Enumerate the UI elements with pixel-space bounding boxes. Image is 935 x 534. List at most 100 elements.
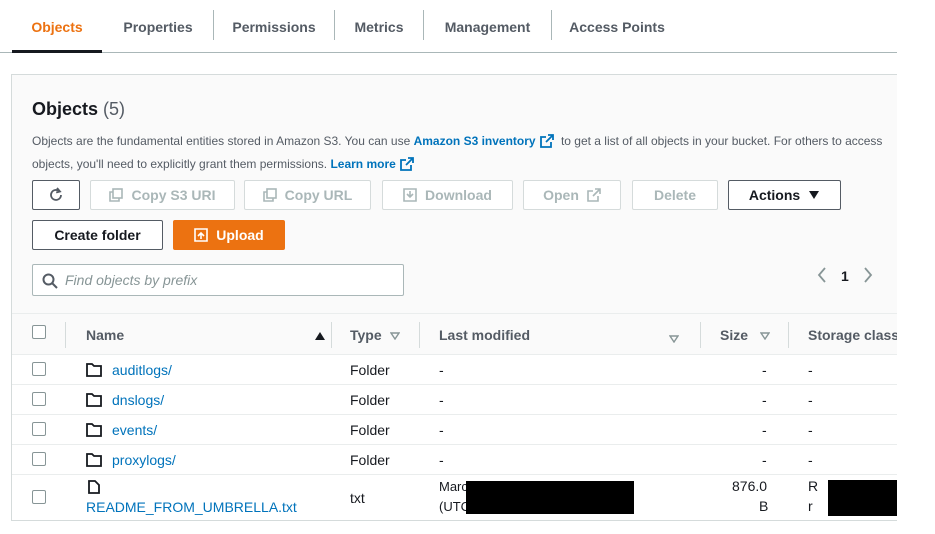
tab-properties[interactable]: Properties — [103, 0, 213, 53]
row-checkbox[interactable] — [32, 362, 46, 376]
row-checkbox[interactable] — [32, 422, 46, 436]
download-label: Download — [425, 187, 492, 203]
panel-title-text: Objects — [32, 99, 99, 119]
actions-dropdown[interactable]: Actions — [728, 180, 841, 210]
panel-title: Objects (5) — [32, 99, 125, 120]
object-size: - — [762, 452, 767, 468]
object-size-line1: 876.0 — [732, 478, 768, 494]
folder-icon — [86, 393, 102, 412]
download-button[interactable]: Download — [382, 180, 513, 210]
create-folder-button[interactable]: Create folder — [32, 220, 163, 250]
folder-icon — [86, 363, 102, 382]
next-page-icon[interactable] — [863, 266, 873, 286]
storage-class-header-label: Storage class — [808, 326, 897, 343]
column-divider — [700, 322, 701, 348]
column-divider — [65, 322, 66, 348]
s3-inventory-link[interactable]: Amazon S3 inventory — [414, 134, 536, 148]
external-link-icon — [399, 157, 414, 177]
copy-icon — [109, 188, 124, 202]
current-page-number[interactable]: 1 — [841, 268, 849, 284]
search-icon — [42, 273, 58, 294]
object-size: - — [762, 422, 767, 438]
last-modified-header-label: Last modified — [439, 326, 531, 343]
object-storage-class: - — [808, 422, 813, 438]
search-input[interactable] — [63, 265, 393, 295]
folder-icon — [86, 453, 102, 472]
delete-button[interactable]: Delete — [632, 180, 718, 210]
name-column-header[interactable]: Name — [86, 314, 326, 355]
object-type: Folder — [350, 422, 390, 438]
object-size-line2: B — [759, 498, 769, 514]
open-label: Open — [543, 187, 579, 203]
select-all-checkbox[interactable] — [32, 325, 46, 339]
row-checkbox[interactable] — [32, 452, 46, 466]
object-name-link[interactable]: events/ — [112, 415, 157, 445]
refresh-button[interactable] — [32, 180, 80, 210]
object-last-modified: - — [439, 422, 444, 438]
objects-panel: Objects (5) Objects are the fundamental … — [11, 74, 897, 521]
tab-bar: Objects Properties Permissions Metrics M… — [0, 0, 897, 53]
object-type: Folder — [350, 392, 390, 408]
name-header-label: Name — [86, 326, 125, 343]
tab-permissions[interactable]: Permissions — [214, 0, 334, 53]
external-link-icon — [539, 134, 554, 154]
object-size: - — [762, 392, 767, 408]
object-type: Folder — [350, 362, 390, 378]
object-last-modified-line1: Marc — [439, 478, 468, 494]
copy-s3-uri-button[interactable]: Copy S3 URI — [90, 180, 235, 210]
object-type: txt — [350, 490, 365, 506]
description-text-1: Objects are the fundamental entities sto… — [32, 134, 414, 148]
copy-url-button[interactable]: Copy URL — [244, 180, 371, 210]
upload-button[interactable]: Upload — [173, 220, 285, 250]
panel-description: Objects are the fundamental entities sto… — [32, 131, 897, 177]
tab-metrics[interactable]: Metrics — [335, 0, 423, 53]
object-count: (5) — [103, 99, 126, 119]
object-last-modified: - — [439, 392, 444, 408]
object-storage-class: - — [808, 392, 813, 408]
size-column-header[interactable]: Size — [720, 314, 780, 355]
previous-page-icon[interactable] — [817, 266, 827, 286]
object-storage-class-line1: R — [808, 478, 819, 494]
redaction-box — [828, 480, 897, 516]
storage-class-column-header[interactable]: Storage class — [808, 314, 897, 355]
sort-ascending-icon — [314, 328, 326, 344]
folder-icon — [86, 423, 102, 442]
table-row[interactable]: README_FROM_UMBRELLA.txt txt Marc (UTC 8… — [12, 475, 897, 520]
refresh-icon — [48, 187, 64, 203]
tab-access-points[interactable]: Access Points — [552, 0, 682, 53]
size-header-label: Size — [720, 326, 749, 343]
table-row[interactable]: events/ Folder - - - — [12, 415, 897, 445]
table-row[interactable]: dnslogs/ Folder - - - — [12, 385, 897, 415]
open-button[interactable]: Open — [523, 180, 621, 210]
create-folder-label: Create folder — [54, 227, 141, 243]
learn-more-link[interactable]: Learn more — [330, 157, 395, 171]
table-row[interactable]: auditlogs/ Folder - - - — [12, 355, 897, 385]
external-link-icon — [587, 188, 601, 202]
object-name-link[interactable]: proxylogs/ — [112, 445, 176, 475]
object-last-modified: - — [439, 452, 444, 468]
column-divider — [419, 322, 420, 348]
object-last-modified: - — [439, 362, 444, 378]
object-name-link[interactable]: README_FROM_UMBRELLA.txt — [86, 497, 297, 517]
tab-objects[interactable]: Objects — [12, 0, 102, 53]
object-name-link[interactable]: dnslogs/ — [112, 385, 164, 415]
delete-label: Delete — [653, 187, 697, 203]
object-name-link[interactable]: auditlogs/ — [112, 355, 172, 385]
column-divider — [331, 322, 332, 348]
tab-management[interactable]: Management — [424, 0, 551, 53]
upload-label: Upload — [216, 227, 264, 243]
last-modified-column-header[interactable]: Last modified — [439, 314, 680, 355]
sort-icon — [668, 330, 680, 346]
type-column-header[interactable]: Type — [350, 314, 420, 355]
row-checkbox[interactable] — [32, 392, 46, 406]
table-row[interactable]: proxylogs/ Folder - - - — [12, 445, 897, 475]
object-size: - — [762, 362, 767, 378]
sort-icon — [389, 327, 400, 343]
copy-url-label: Copy URL — [284, 187, 353, 203]
copy-icon — [262, 188, 277, 202]
active-tab-indicator — [12, 50, 102, 53]
object-type: Folder — [350, 452, 390, 468]
redaction-box — [466, 481, 634, 514]
object-storage-class-line2: r — [808, 498, 813, 514]
row-checkbox[interactable] — [32, 490, 46, 504]
